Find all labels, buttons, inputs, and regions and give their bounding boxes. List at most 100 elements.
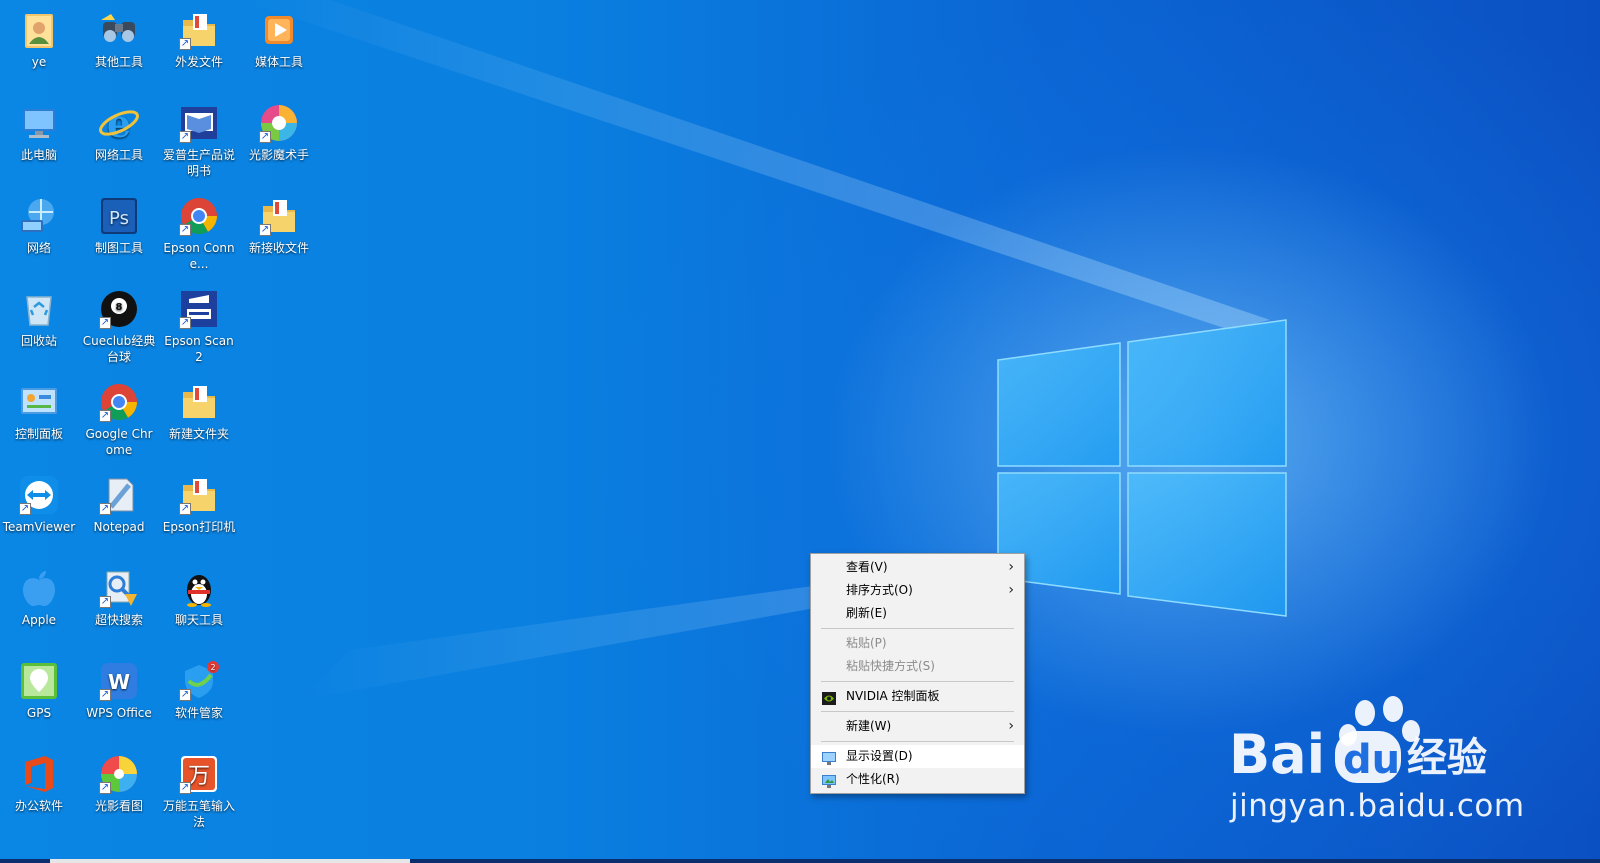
svg-text:2: 2	[210, 663, 215, 672]
desktop-icon-label: 万能五笔输入法	[162, 799, 235, 829]
desktop-icon[interactable]: ↗ 光影魔术手	[240, 95, 318, 163]
desktop-icon-label: Epson打印机	[162, 520, 236, 534]
desktop-icon[interactable]: 万 ↗ 万能五笔输入法	[160, 746, 238, 830]
context-menu-item[interactable]: 刷新(E)	[811, 602, 1024, 625]
context-menu-item-label: 个性化(R)	[846, 772, 900, 786]
desktop-icon-label: 新接收文件	[248, 241, 309, 255]
chrome-icon: ↗	[177, 194, 221, 238]
context-menu-item[interactable]: 显示设置(D)	[811, 745, 1024, 768]
billiard-ball-icon: 8 ↗	[97, 287, 141, 331]
menu-separator	[821, 681, 1014, 682]
gps-icon	[17, 659, 61, 703]
desktop-icon-label: 超快搜索	[94, 613, 143, 627]
context-menu-item[interactable]: 查看(V) ›	[811, 556, 1024, 579]
desktop-icon[interactable]: 新建文件夹	[160, 374, 238, 442]
context-menu-item: 粘贴快捷方式(S)	[811, 655, 1024, 678]
desktop-icon[interactable]: 网络	[0, 188, 78, 256]
svg-text:e: e	[107, 101, 131, 145]
desktop-icon[interactable]: e 网络工具	[80, 95, 158, 163]
watermark-brand: Bai	[1229, 723, 1325, 786]
shortcut-arrow-icon: ↗	[179, 689, 191, 701]
office-icon	[17, 752, 61, 796]
desktop-icon[interactable]: ↗ 新接收文件	[240, 188, 318, 256]
desktop-icon[interactable]: W ↗ WPS Office	[80, 653, 158, 721]
desktop-icon[interactable]: ye	[0, 2, 78, 70]
context-menu-item-label: NVIDIA 控制面板	[846, 689, 940, 703]
desktop-icon-label: 媒体工具	[254, 55, 303, 69]
desktop-icon[interactable]: 控制面板	[0, 374, 78, 442]
svg-text:W: W	[108, 670, 130, 694]
desktop-icon[interactable]: 聊天工具	[160, 560, 238, 628]
menu-separator	[821, 628, 1014, 629]
desktop-background[interactable]: ye 其他工具 ↗ 外发文件 媒体工具此电脑 e 网络工具 ↗ 爱普生产品说明书 ↗ 光影魔术手网络…	[0, 0, 1600, 863]
desktop-icon-label: GPS	[26, 706, 52, 720]
desktop-icon[interactable]: 媒体工具	[240, 2, 318, 70]
desktop-icon[interactable]: 其他工具	[80, 2, 158, 70]
context-menu-item-label: 排序方式(O)	[846, 583, 913, 597]
shortcut-arrow-icon: ↗	[179, 317, 191, 329]
desktop-icon[interactable]: ↗ Notepad	[80, 467, 158, 535]
desktop-icon-label: 办公软件	[14, 799, 63, 813]
media-player-icon	[257, 8, 301, 52]
desktop-icon[interactable]: Ps 制图工具	[80, 188, 158, 256]
context-menu-item[interactable]: 排序方式(O) ›	[811, 579, 1024, 602]
personalize-icon	[822, 773, 836, 788]
desktop-context-menu: 查看(V) › 排序方式(O) › 刷新(E) 粘贴(P) 粘贴快捷方式(S) NVIDIA …	[810, 553, 1025, 794]
shortcut-arrow-icon: ↗	[259, 131, 271, 143]
shortcut-arrow-icon: ↗	[179, 782, 191, 794]
network-globe-icon	[17, 194, 61, 238]
context-menu-item-label: 刷新(E)	[846, 606, 887, 620]
apple-icon	[17, 566, 61, 610]
photoshop-icon: Ps	[97, 194, 141, 238]
desktop-icon[interactable]: 此电脑	[0, 95, 78, 163]
desktop-icon-label: TeamViewer	[2, 520, 76, 534]
shortcut-arrow-icon: ↗	[179, 224, 191, 236]
desktop-icon[interactable]: 2 ↗ 软件管家	[160, 653, 238, 721]
folder-icon: ↗	[257, 194, 301, 238]
user-folder-icon	[17, 8, 61, 52]
shortcut-arrow-icon: ↗	[99, 503, 111, 515]
desktop-icon[interactable]: ↗ TeamViewer	[0, 467, 78, 535]
context-menu-item[interactable]: 个性化(R)	[811, 768, 1024, 791]
svg-text:万: 万	[188, 764, 210, 789]
desktop-icon[interactable]: ↗ 爱普生产品说明书	[160, 95, 238, 179]
computer-icon	[17, 101, 61, 145]
wps-office-icon: W ↗	[97, 659, 141, 703]
folder-icon: ↗	[177, 473, 221, 517]
desktop-icon-label: Notepad	[93, 520, 145, 534]
desktop-icon[interactable]: ↗ 外发文件	[160, 2, 238, 70]
desktop-icon-label: Epson Scan 2	[164, 334, 234, 364]
binoculars-icon	[97, 8, 141, 52]
context-menu-item[interactable]: 新建(W) ›	[811, 715, 1024, 738]
desktop-icon[interactable]: ↗ Epson Scan 2	[160, 281, 238, 365]
desktop-icon-label: 软件管家	[174, 706, 223, 720]
desktop-icon[interactable]: ↗ Epson Conne...	[160, 188, 238, 272]
desktop-icon-label: 网络	[26, 241, 51, 255]
desktop-icon[interactable]: Apple	[0, 560, 78, 628]
context-menu-item: 粘贴(P)	[811, 632, 1024, 655]
desktop-icon[interactable]: GPS	[0, 653, 78, 721]
menu-separator	[821, 711, 1014, 712]
desktop-icon[interactable]: 办公软件	[0, 746, 78, 814]
desktop-icon[interactable]: ↗ 超快搜索	[80, 560, 158, 628]
context-menu-item-label: 显示设置(D)	[846, 749, 913, 763]
desktop-icon-label: Epson Conne...	[163, 241, 235, 271]
shortcut-arrow-icon: ↗	[99, 410, 111, 422]
desktop-icon[interactable]: ↗ 光影看图	[80, 746, 158, 814]
epson-manual-icon: ↗	[177, 101, 221, 145]
scanner-icon: ↗	[177, 287, 221, 331]
desktop-icon-label: 网络工具	[94, 148, 143, 162]
desktop-icon[interactable]: 8 ↗ Cueclub经典台球	[80, 281, 158, 365]
desktop-icon-label: 其他工具	[94, 55, 143, 69]
shortcut-arrow-icon: ↗	[179, 38, 191, 50]
context-menu-item[interactable]: NVIDIA 控制面板	[811, 685, 1024, 708]
desktop-icon-label: Cueclub经典台球	[82, 334, 156, 364]
desktop-icon[interactable]: ↗ Epson打印机	[160, 467, 238, 535]
software-manager-icon: 2 ↗	[177, 659, 221, 703]
control-panel-icon	[17, 380, 61, 424]
watermark-suffix: 经验	[1407, 735, 1487, 781]
desktop-icon[interactable]: 回收站	[0, 281, 78, 349]
chevron-right-icon: ›	[1008, 559, 1014, 575]
desktop-icon-label: ye	[31, 55, 47, 69]
desktop-icon[interactable]: ↗ Google Chrome	[80, 374, 158, 458]
